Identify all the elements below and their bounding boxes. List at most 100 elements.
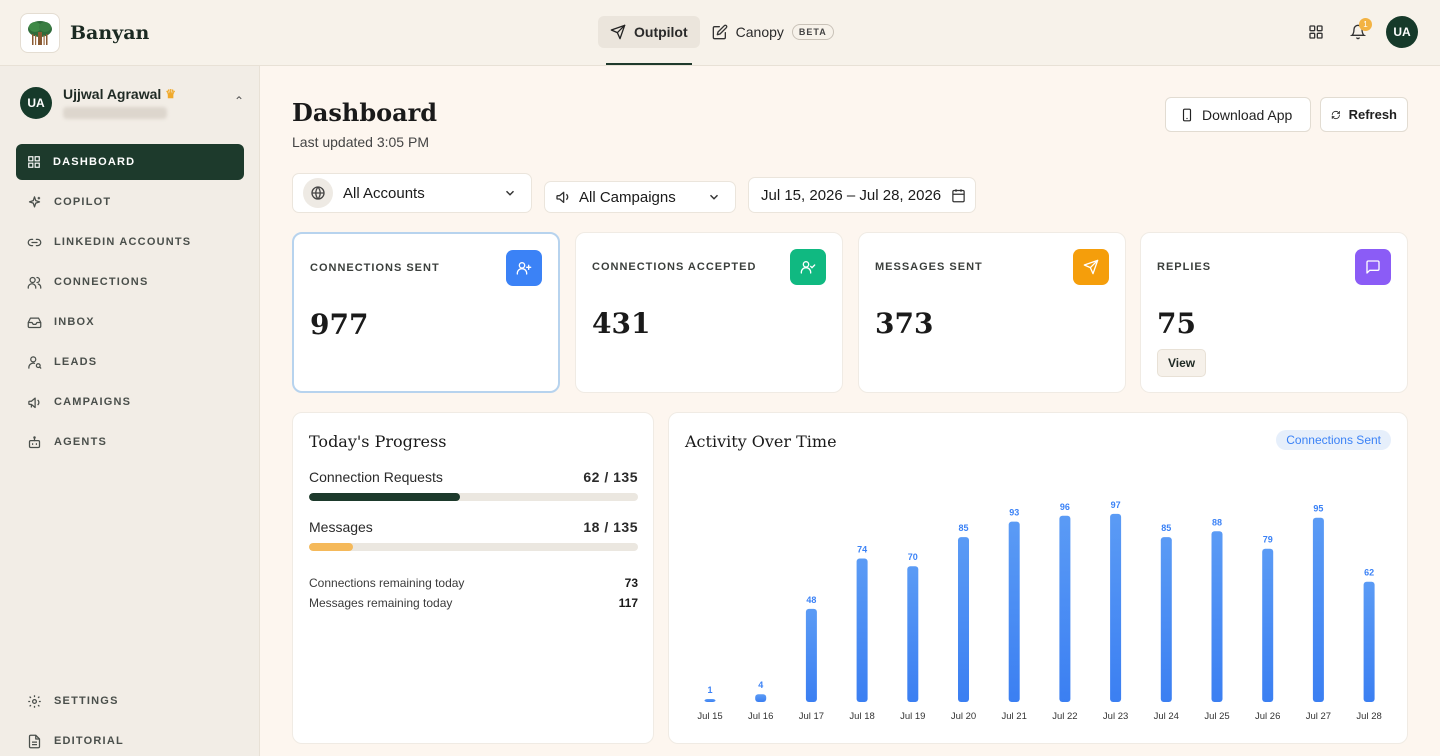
accounts-filter-value: All Accounts bbox=[343, 184, 425, 202]
chart-bar[interactable] bbox=[1160, 537, 1172, 702]
chart-bar[interactable] bbox=[1262, 548, 1274, 702]
chart-bar[interactable] bbox=[755, 694, 767, 702]
card-title: Today's Progress bbox=[309, 432, 447, 451]
download-app-button[interactable]: Download App bbox=[1165, 97, 1311, 132]
refresh-button[interactable]: Refresh bbox=[1320, 97, 1408, 132]
chart-bar[interactable] bbox=[1312, 517, 1324, 702]
sidebar-item-leads[interactable]: LEADS bbox=[16, 344, 244, 380]
sidebar-bottom-menu: SETTINGS EDITORIAL bbox=[16, 683, 244, 756]
top-actions: 1 UA bbox=[1290, 16, 1418, 48]
sidebar-item-campaigns[interactable]: CAMPAIGNS bbox=[16, 384, 244, 420]
brand[interactable]: Banyan bbox=[20, 13, 149, 53]
megaphone-icon bbox=[556, 191, 569, 203]
banyan-logo-icon bbox=[20, 13, 60, 53]
sidebar-item-linkedin-accounts[interactable]: LINKEDIN ACCOUNTS bbox=[16, 224, 244, 260]
stat-card-replies[interactable]: REPLIES 75 View bbox=[1140, 232, 1408, 393]
chevron-down-icon bbox=[709, 194, 719, 200]
chart-data-label: 85 bbox=[958, 523, 968, 533]
message-icon bbox=[1355, 249, 1391, 285]
chart-bar[interactable] bbox=[907, 566, 919, 702]
chart-tick-label: Jul 16 bbox=[748, 711, 773, 722]
activity-chart-card: Activity Over Time Connections Sent 1 Jul… bbox=[668, 412, 1408, 744]
user-plus-icon bbox=[506, 250, 542, 286]
sidebar-item-dashboard[interactable]: DASHBOARD bbox=[16, 144, 244, 180]
product-tabs: Outpilot Canopy BETA bbox=[598, 16, 846, 65]
chart-bar[interactable] bbox=[1363, 581, 1375, 702]
tab-canopy[interactable]: Canopy BETA bbox=[700, 16, 846, 48]
chart-tick-label: Jul 26 bbox=[1255, 711, 1280, 722]
chart-bar[interactable] bbox=[704, 699, 716, 702]
remaining-value: 117 bbox=[618, 596, 638, 610]
progress-track bbox=[309, 543, 638, 551]
stat-label: MESSAGES SENT bbox=[875, 261, 983, 273]
chart-bar[interactable] bbox=[958, 537, 969, 702]
progress-fill bbox=[309, 493, 460, 501]
edit-icon bbox=[712, 24, 728, 40]
progress-value: 62 / 135 bbox=[583, 469, 638, 485]
progress-value: 18 / 135 bbox=[583, 519, 638, 535]
stat-card-connections-accepted[interactable]: CONNECTIONS ACCEPTED 431 bbox=[575, 232, 843, 393]
chart-data-label: 70 bbox=[908, 552, 918, 562]
chart-bar[interactable] bbox=[1110, 513, 1122, 702]
sidebar-item-label: CONNECTIONS bbox=[54, 276, 149, 288]
users-icon bbox=[27, 276, 42, 289]
notifications-button[interactable]: 1 bbox=[1342, 16, 1374, 48]
last-updated: Last updated 3:05 PM bbox=[292, 134, 429, 150]
chart-data-label: 62 bbox=[1364, 568, 1374, 578]
sidebar-item-connections[interactable]: CONNECTIONS bbox=[16, 264, 244, 300]
remaining-value: 73 bbox=[624, 576, 638, 590]
user-info: Ujjwal Agrawal ♛ bbox=[63, 86, 176, 119]
progress-track bbox=[309, 493, 638, 501]
sparkles-icon bbox=[28, 195, 41, 207]
globe-icon bbox=[303, 178, 333, 208]
sidebar-item-label: EDITORIAL bbox=[54, 735, 124, 747]
sidebar-item-settings[interactable]: SETTINGS bbox=[16, 683, 244, 719]
sidebar-item-agents[interactable]: AGENTS bbox=[16, 424, 244, 460]
chart-tick-label: Jul 23 bbox=[1103, 711, 1128, 722]
apps-grid-button[interactable] bbox=[1300, 16, 1332, 48]
chart-data-label: 1 bbox=[707, 685, 712, 695]
chart-bar[interactable] bbox=[805, 608, 817, 702]
sidebar-item-label: AGENTS bbox=[54, 436, 108, 448]
sidebar: UA Ujjwal Agrawal ♛ ⌃ DASHBOARD COPILOT … bbox=[0, 66, 260, 756]
user-profile[interactable]: UA Ujjwal Agrawal ♛ ⌃ bbox=[20, 86, 244, 119]
activity-bar-chart: 1 Jul 15 4 Jul 16 48 Jul 17 74 Jul 18 70 Jul 19 85… bbox=[697, 500, 1381, 722]
inbox-icon bbox=[27, 317, 42, 328]
chart-tick-label: Jul 24 bbox=[1154, 711, 1179, 722]
campaigns-filter-value: All Campaigns bbox=[579, 188, 676, 206]
chart-bar[interactable] bbox=[1008, 521, 1020, 702]
user-search-icon bbox=[28, 355, 42, 369]
stat-card-messages-sent[interactable]: MESSAGES SENT 373 bbox=[858, 232, 1126, 393]
progress-row-connections: Connection Requests 62 / 135 bbox=[309, 469, 638, 501]
messages-remaining: Messages remaining today 117 bbox=[309, 596, 638, 610]
accounts-filter[interactable]: All Accounts bbox=[292, 173, 532, 213]
stat-label: CONNECTIONS ACCEPTED bbox=[592, 261, 757, 273]
tab-label: Canopy bbox=[735, 24, 784, 40]
chevron-up-icon[interactable]: ⌃ bbox=[234, 94, 244, 108]
sidebar-item-editorial[interactable]: EDITORIAL bbox=[16, 723, 244, 756]
link-icon bbox=[27, 238, 42, 246]
download-app-label: Download App bbox=[1202, 106, 1293, 123]
user-avatar[interactable]: UA bbox=[1386, 16, 1418, 48]
refresh-label: Refresh bbox=[1348, 107, 1397, 122]
chart-bar[interactable] bbox=[856, 558, 868, 702]
tab-outpilot[interactable]: Outpilot bbox=[598, 16, 700, 65]
stat-card-connections-sent[interactable]: CONNECTIONS SENT 977 bbox=[292, 232, 560, 393]
view-replies-button[interactable]: View bbox=[1157, 349, 1207, 377]
chart-data-label: 96 bbox=[1060, 502, 1070, 512]
chart-tick-label: Jul 21 bbox=[1002, 711, 1027, 722]
sidebar-menu: DASHBOARD COPILOT LINKEDIN ACCOUNTS CONN… bbox=[16, 144, 244, 464]
chevron-down-icon bbox=[505, 190, 515, 196]
chart-bar[interactable] bbox=[1059, 515, 1071, 702]
chart-tick-label: Jul 25 bbox=[1204, 711, 1229, 722]
date-range-picker[interactable]: Jul 15, 2026 – Jul 28, 2026 bbox=[748, 177, 976, 213]
sidebar-item-copilot[interactable]: COPILOT bbox=[16, 184, 244, 220]
beta-badge: BETA bbox=[791, 24, 834, 40]
connections-remaining: Connections remaining today 73 bbox=[309, 576, 638, 590]
calendar-icon bbox=[952, 188, 965, 202]
sidebar-item-label: COPILOT bbox=[54, 196, 112, 208]
chart-data-label: 95 bbox=[1313, 504, 1323, 514]
chart-bar[interactable] bbox=[1211, 531, 1223, 702]
campaigns-filter[interactable]: All Campaigns bbox=[544, 181, 736, 213]
sidebar-item-inbox[interactable]: INBOX bbox=[16, 304, 244, 340]
